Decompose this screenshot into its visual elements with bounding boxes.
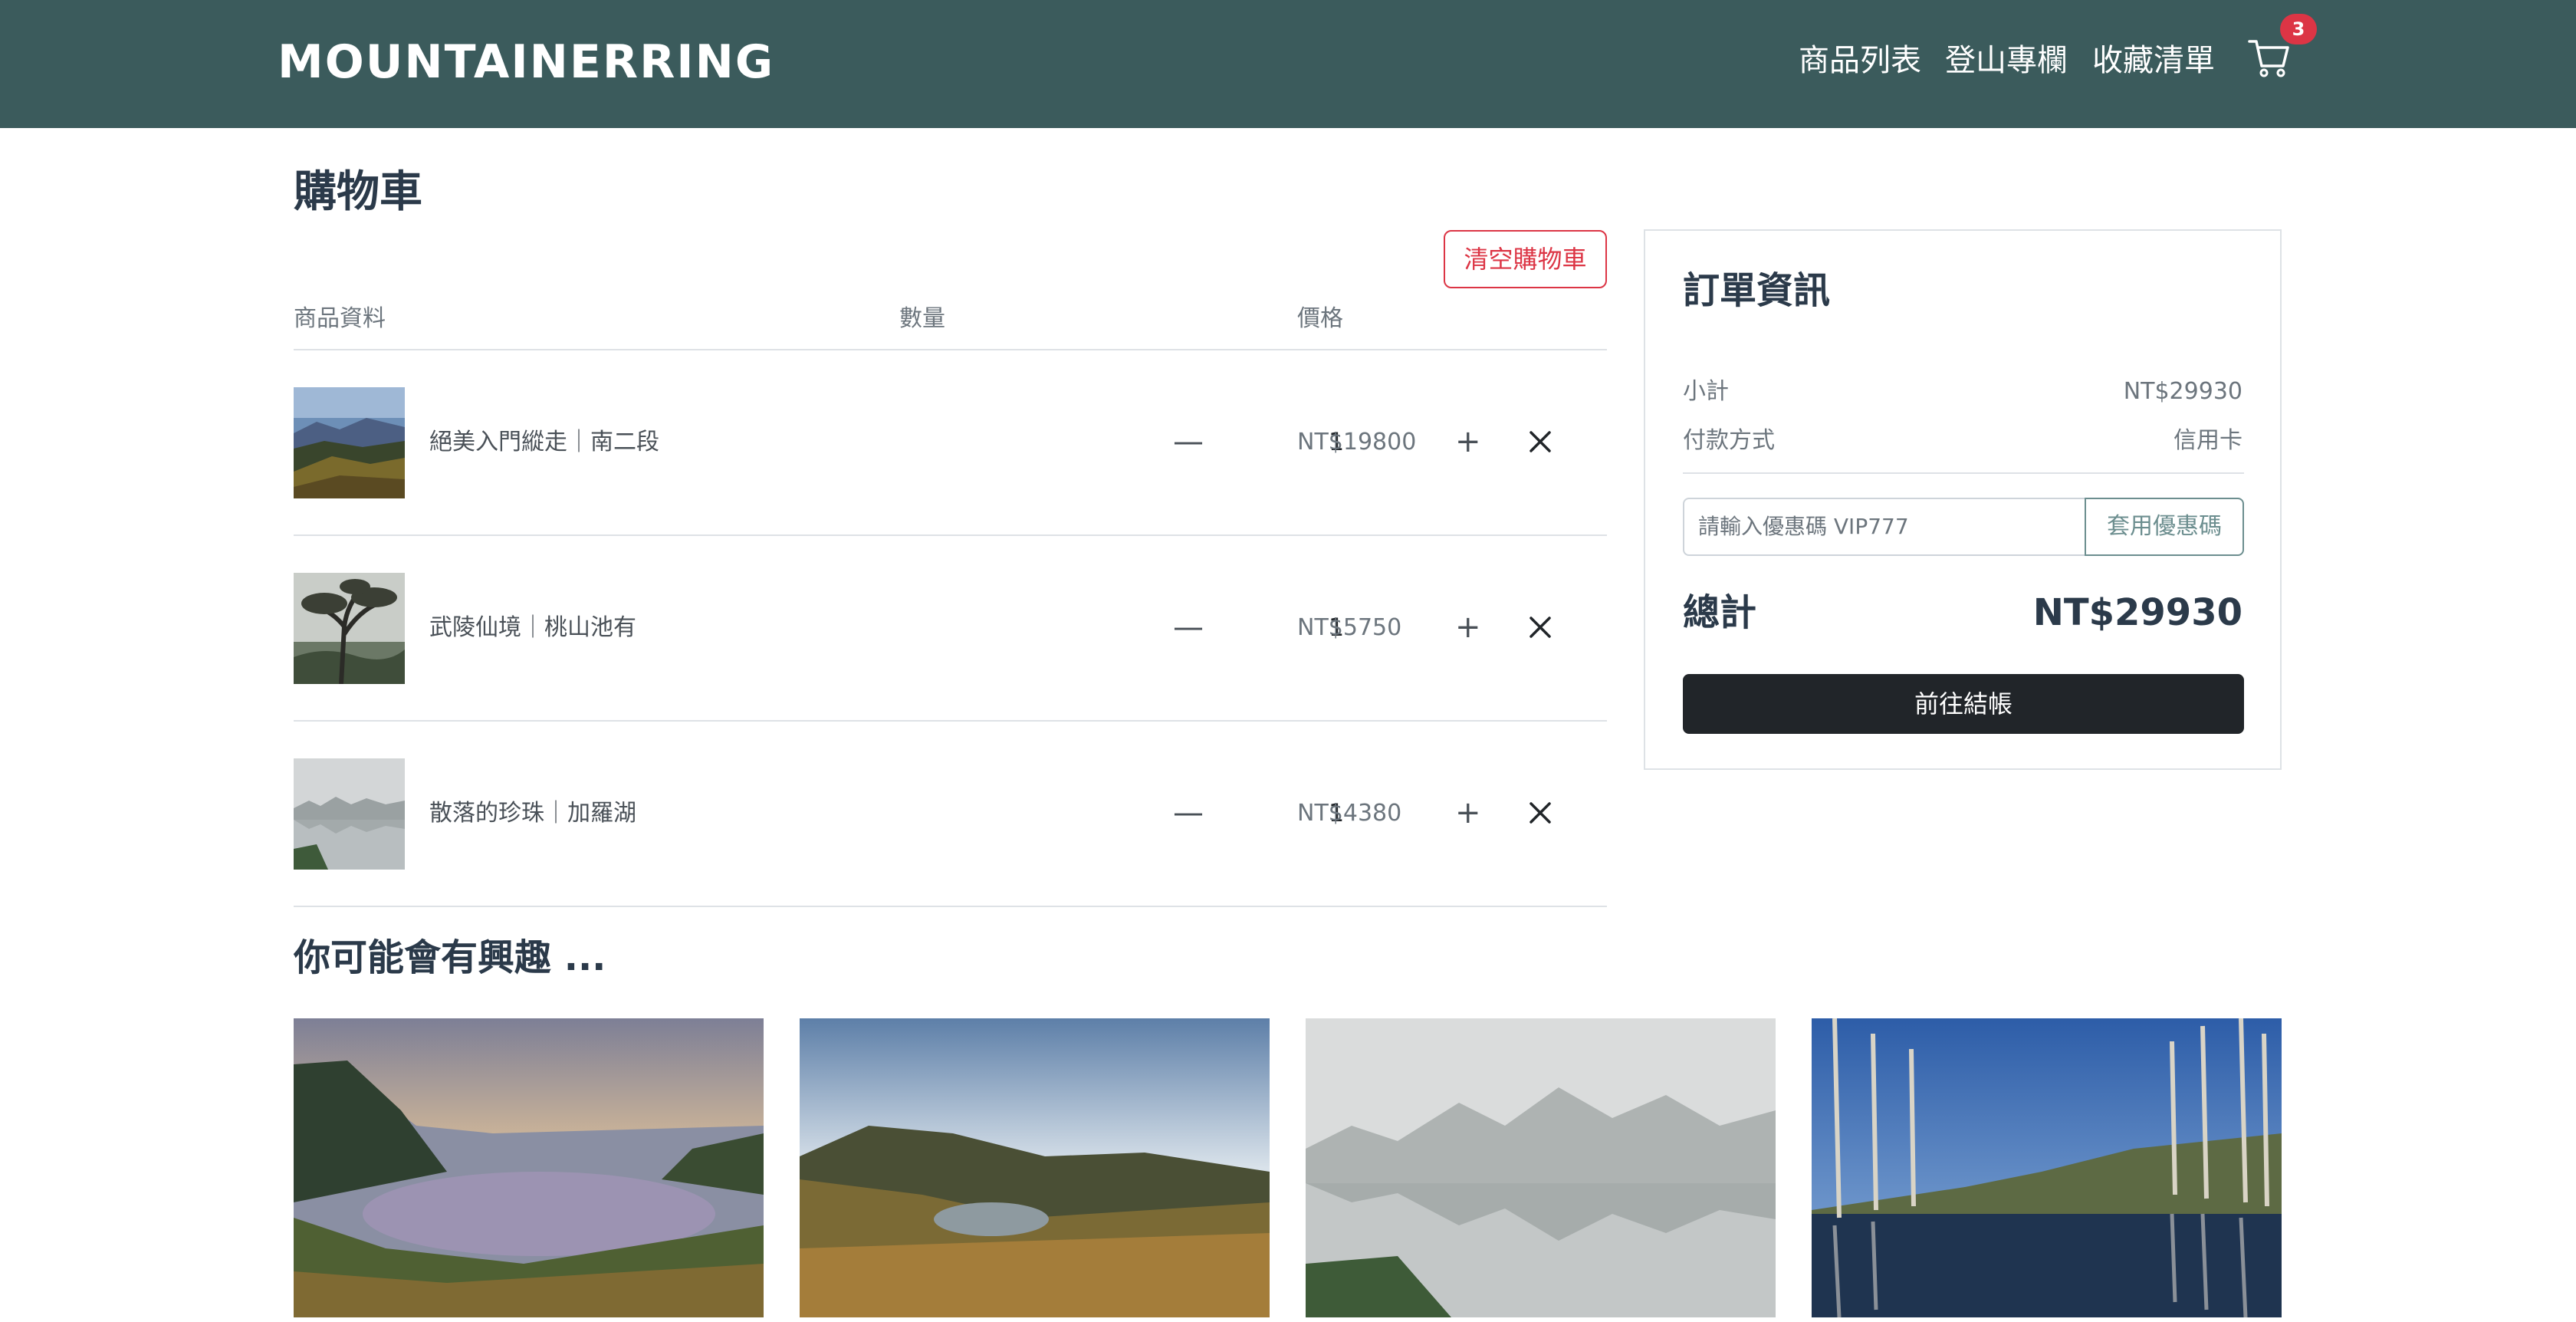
tree-in-fog-image	[294, 573, 405, 684]
cart-icon[interactable]	[2248, 38, 2291, 78]
cart-row: 武陵仙境｜桃山池有 — 1 + NT$5750	[294, 536, 1607, 722]
decrease-quantity-button[interactable]: —	[1173, 424, 1204, 459]
item-price: NT$19800	[1297, 429, 1417, 455]
cart-row: 散落的珍珠｜加羅湖 — 1 + NT$4380	[294, 722, 1607, 907]
checkout-button[interactable]: 前往結帳	[1683, 674, 2244, 734]
remove-item-icon[interactable]	[1525, 795, 1556, 830]
divider	[1683, 472, 2244, 474]
item-price: NT$5750	[1297, 614, 1402, 641]
mountain-ridge-image	[294, 387, 405, 498]
product-name[interactable]: 武陵仙境｜桃山池有	[429, 613, 636, 643]
payment-method-value: 信用卡	[2174, 427, 2242, 454]
remove-item-icon[interactable]	[1525, 424, 1556, 459]
order-summary-title: 訂單資訊	[1683, 269, 1831, 312]
nav-link-products[interactable]: 商品列表	[1799, 41, 1921, 80]
column-header-product: 商品資料	[294, 305, 386, 332]
remove-item-icon[interactable]	[1525, 610, 1556, 645]
page-title: 購物車	[294, 167, 422, 217]
recommend-card-alpine-lake-image[interactable]	[294, 1018, 764, 1317]
clear-cart-button[interactable]: 清空購物車	[1444, 230, 1607, 288]
divider	[294, 906, 1607, 907]
decrease-quantity-button[interactable]: —	[1173, 795, 1204, 830]
item-price: NT$4380	[1297, 800, 1402, 827]
total-label: 總計	[1683, 591, 1757, 634]
coupon-code-input[interactable]: 請輸入優惠碼 VIP777	[1683, 498, 2085, 556]
increase-quantity-button[interactable]: +	[1455, 424, 1481, 459]
column-header-price: 價格	[1297, 305, 1343, 332]
payment-method-label: 付款方式	[1683, 427, 1775, 454]
product-name[interactable]: 散落的珍珠｜加羅湖	[429, 798, 636, 829]
recommend-card-foggy-lake-image[interactable]	[1306, 1018, 1776, 1317]
decrease-quantity-button[interactable]: —	[1173, 610, 1204, 645]
apply-coupon-button[interactable]: 套用優惠碼	[2085, 498, 2244, 556]
recommend-title: 你可能會有興趣 ...	[294, 936, 606, 979]
misty-lake-image	[294, 758, 405, 870]
cart-count-badge: 3	[2280, 14, 2317, 44]
recommend-card-crater-lake-image[interactable]	[800, 1018, 1270, 1317]
navbar: MOUNTAINERRING 商品列表 登山專欄 收藏清單 3	[0, 0, 2576, 128]
nav-link-columns[interactable]: 登山專欄	[1945, 41, 2068, 80]
recommend-card-dead-tree-lake-image[interactable]	[1812, 1018, 2282, 1317]
product-name[interactable]: 絕美入門縱走｜南二段	[429, 427, 659, 458]
column-header-quantity: 數量	[899, 305, 945, 332]
order-summary-panel: 訂單資訊 小計 NT$29930 付款方式 信用卡 請輸入優惠碼 VIP777 …	[1644, 229, 2282, 770]
increase-quantity-button[interactable]: +	[1455, 610, 1481, 645]
subtotal-label: 小計	[1683, 378, 1729, 405]
increase-quantity-button[interactable]: +	[1455, 795, 1481, 830]
nav-link-wishlist[interactable]: 收藏清單	[2092, 41, 2215, 80]
brand-logo[interactable]: MOUNTAINERRING	[278, 38, 774, 86]
subtotal-value: NT$29930	[2123, 378, 2242, 405]
cart-row: 絕美入門縱走｜南二段 — 1 + NT$19800	[294, 350, 1607, 536]
total-value: NT$29930	[2032, 591, 2242, 634]
